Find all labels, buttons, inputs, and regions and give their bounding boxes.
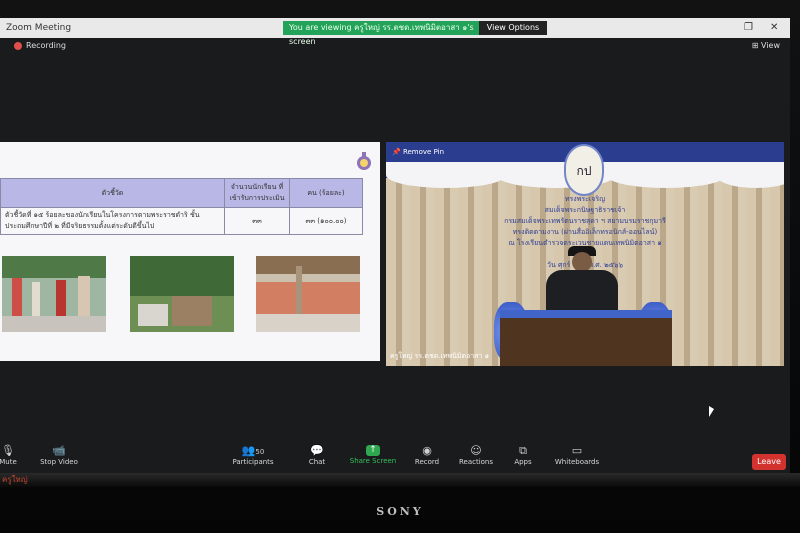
reflection-text: ครูใหญ่ xyxy=(2,475,28,484)
window-title: Zoom Meeting xyxy=(6,23,72,33)
restore-icon[interactable]: ❐ xyxy=(744,18,753,38)
recording-dot-icon xyxy=(14,42,22,50)
stop-video-label: Stop Video xyxy=(40,458,78,466)
slide-photo xyxy=(130,256,234,332)
officer-head xyxy=(572,252,592,272)
remove-pin-label: Remove Pin xyxy=(402,148,445,156)
slide-photo xyxy=(2,256,106,332)
viewing-banner: You are viewing ครูใหญ่ รร.ตชด.เทพนิมิตอ… xyxy=(283,21,479,46)
whiteboards-button[interactable]: ▭ Whiteboards xyxy=(550,443,604,467)
participant-name-tag: ครูใหญ่ รร.ตชด.เทพนิมิตอาสา ๑ xyxy=(390,352,490,360)
crest-emblem: กป xyxy=(564,144,604,196)
reactions-icon: ☺ xyxy=(470,444,482,457)
table-cell: ตัวชี้วัดที่ ๑๕ ร้อยละของนักเรียนในโครงก… xyxy=(0,207,225,235)
table-header-cell: คน (ร้อยละ) xyxy=(289,178,363,208)
slide-table: ตัวชี้วัด จำนวนนักเรียน ที่เข้ารับการประ… xyxy=(0,178,363,235)
whiteboard-icon: ▭ xyxy=(571,444,583,457)
banner-line: สมเด็จพระกนิษฐาธิราชเจ้า xyxy=(544,206,626,214)
participants-label: Participants xyxy=(232,458,274,466)
close-icon[interactable]: ✕ xyxy=(770,18,778,38)
video-camera-icon: 📹 xyxy=(52,444,66,457)
table-header-cell: ตัวชี้วัด xyxy=(0,178,225,208)
microphone-icon: 🎙 xyxy=(1,444,15,457)
chat-button[interactable]: 💬 Chat xyxy=(300,443,334,467)
curtain-swag xyxy=(606,162,726,188)
apps-button[interactable]: ⧉ Apps xyxy=(508,443,538,467)
mute-button[interactable]: 🎙 Mute xyxy=(0,443,28,467)
share-screen-icon: ↑ xyxy=(366,445,380,456)
reactions-label: Reactions xyxy=(458,458,494,466)
apps-label: Apps xyxy=(514,458,532,466)
shared-slide: ตัวชี้วัด จำนวนนักเรียน ที่เข้ารับการประ… xyxy=(0,142,380,361)
title-bar: Zoom Meeting You are viewing ครูใหญ่ รร.… xyxy=(0,18,790,46)
curtain-swag xyxy=(386,162,506,188)
leave-button[interactable]: Leave xyxy=(752,454,786,470)
screen-reflection: ครูใหญ่ xyxy=(0,473,800,487)
chat-icon: 💬 xyxy=(310,444,324,457)
record-button[interactable]: ◉ Record xyxy=(410,443,444,467)
recording-label: Recording xyxy=(26,41,67,50)
view-button[interactable]: ⊞ View xyxy=(752,38,780,54)
whiteboards-label: Whiteboards xyxy=(554,458,600,466)
apps-icon: ⧉ xyxy=(519,444,527,457)
banner-line: กรมสมเด็จพระเทพรัตนราชสุดา ฯ สยามบรมราชก… xyxy=(504,217,666,225)
table-row: ตัวชี้วัดที่ ๑๕ ร้อยละของนักเรียนในโครงก… xyxy=(0,207,363,235)
banner-line: ทรงติดตามงาน (ผ่านสื่ออิเล็กทรอนิกส์-ออน… xyxy=(512,228,658,236)
stop-video-button[interactable]: 📹 Stop Video xyxy=(36,443,82,467)
table-header-cell: จำนวนนักเรียน ที่เข้ารับการประเมิน xyxy=(224,178,290,208)
share-screen-button[interactable]: ↑ Share Screen xyxy=(348,443,398,465)
share-screen-label: Share Screen xyxy=(349,457,397,465)
record-icon: ◉ xyxy=(422,444,432,457)
participants-icon: 👥50 xyxy=(241,444,265,457)
sony-logo: SONY xyxy=(376,505,424,518)
banner-line: ทรงพระเจริญ xyxy=(564,195,606,203)
mouse-cursor-icon xyxy=(709,406,714,417)
zoom-window: Zoom Meeting You are viewing ครูใหญ่ รร.… xyxy=(0,18,790,473)
view-options-button[interactable]: View Options xyxy=(479,21,547,35)
podium xyxy=(500,310,672,366)
table-cell: ๓๓ (๑๐๐.๐๐) xyxy=(289,207,363,235)
chat-label: Chat xyxy=(308,458,326,466)
record-label: Record xyxy=(414,458,440,466)
meeting-toolbar: 🎙 Mute 📹 Stop Video 👥50 Participants 💬 C… xyxy=(0,443,790,473)
officer-body xyxy=(546,270,618,310)
slide-logo-icon xyxy=(357,152,371,170)
mute-label: Mute xyxy=(0,458,17,466)
video-stage: ตัวชี้วัด จำนวนนักเรียน ที่เข้ารับการประ… xyxy=(0,142,790,366)
crest-text: กป xyxy=(576,164,592,178)
table-cell: ๓๓ xyxy=(224,207,290,235)
recording-bar: Recording ⊞ View xyxy=(0,38,790,54)
participants-count: 50 xyxy=(255,448,265,456)
reactions-button[interactable]: ☺ Reactions xyxy=(454,443,498,467)
table-header-row: ตัวชี้วัด จำนวนนักเรียน ที่เข้ารับการประ… xyxy=(0,178,363,208)
pinned-video[interactable]: กป 📌 Remove Pin ทรงพระเจริญ สมเด็จพระกนิ… xyxy=(386,142,784,366)
view-label: View xyxy=(761,41,780,50)
participants-button[interactable]: 👥50 Participants xyxy=(228,443,278,467)
slide-photo xyxy=(256,256,360,332)
remove-pin-button[interactable]: 📌 Remove Pin xyxy=(392,148,444,156)
